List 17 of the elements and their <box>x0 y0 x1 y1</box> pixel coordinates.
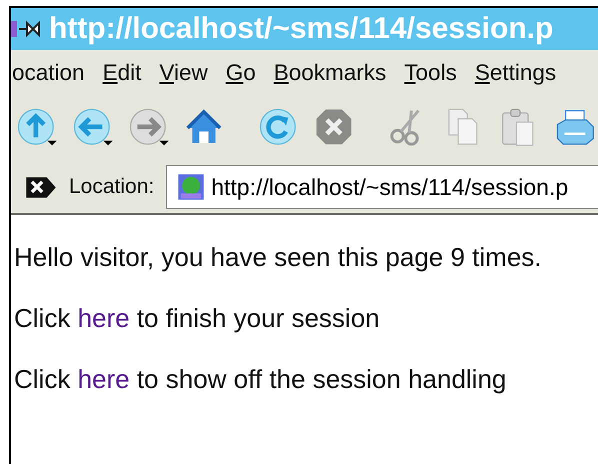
menu-item[interactable]: Edit <box>102 60 142 86</box>
menu-item[interactable]: Go <box>226 60 256 86</box>
page-text: Hello visitor, you have seen this page 9 times. <box>14 242 543 272</box>
clear-location-icon[interactable] <box>25 174 57 200</box>
here-link[interactable]: here <box>78 303 130 333</box>
window-title: http://localhost/~sms/114/session.p <box>49 12 554 46</box>
menu-item[interactable]: Bookmarks <box>274 60 386 86</box>
globe-page-icon <box>177 173 206 201</box>
menu-item[interactable]: ocation <box>12 60 85 86</box>
location-label: Location: <box>69 175 154 199</box>
menu-item[interactable]: Settings <box>474 60 556 86</box>
page-text: Click here to show off the session handling <box>14 364 508 394</box>
menu-item[interactable]: Tools <box>404 60 457 86</box>
page-text: Click here to finish your session <box>14 303 381 333</box>
location-field[interactable]: http://localhost/~sms/114/session.p <box>166 165 598 209</box>
here-link[interactable]: here <box>78 364 130 394</box>
menu-item[interactable]: View <box>159 60 208 86</box>
